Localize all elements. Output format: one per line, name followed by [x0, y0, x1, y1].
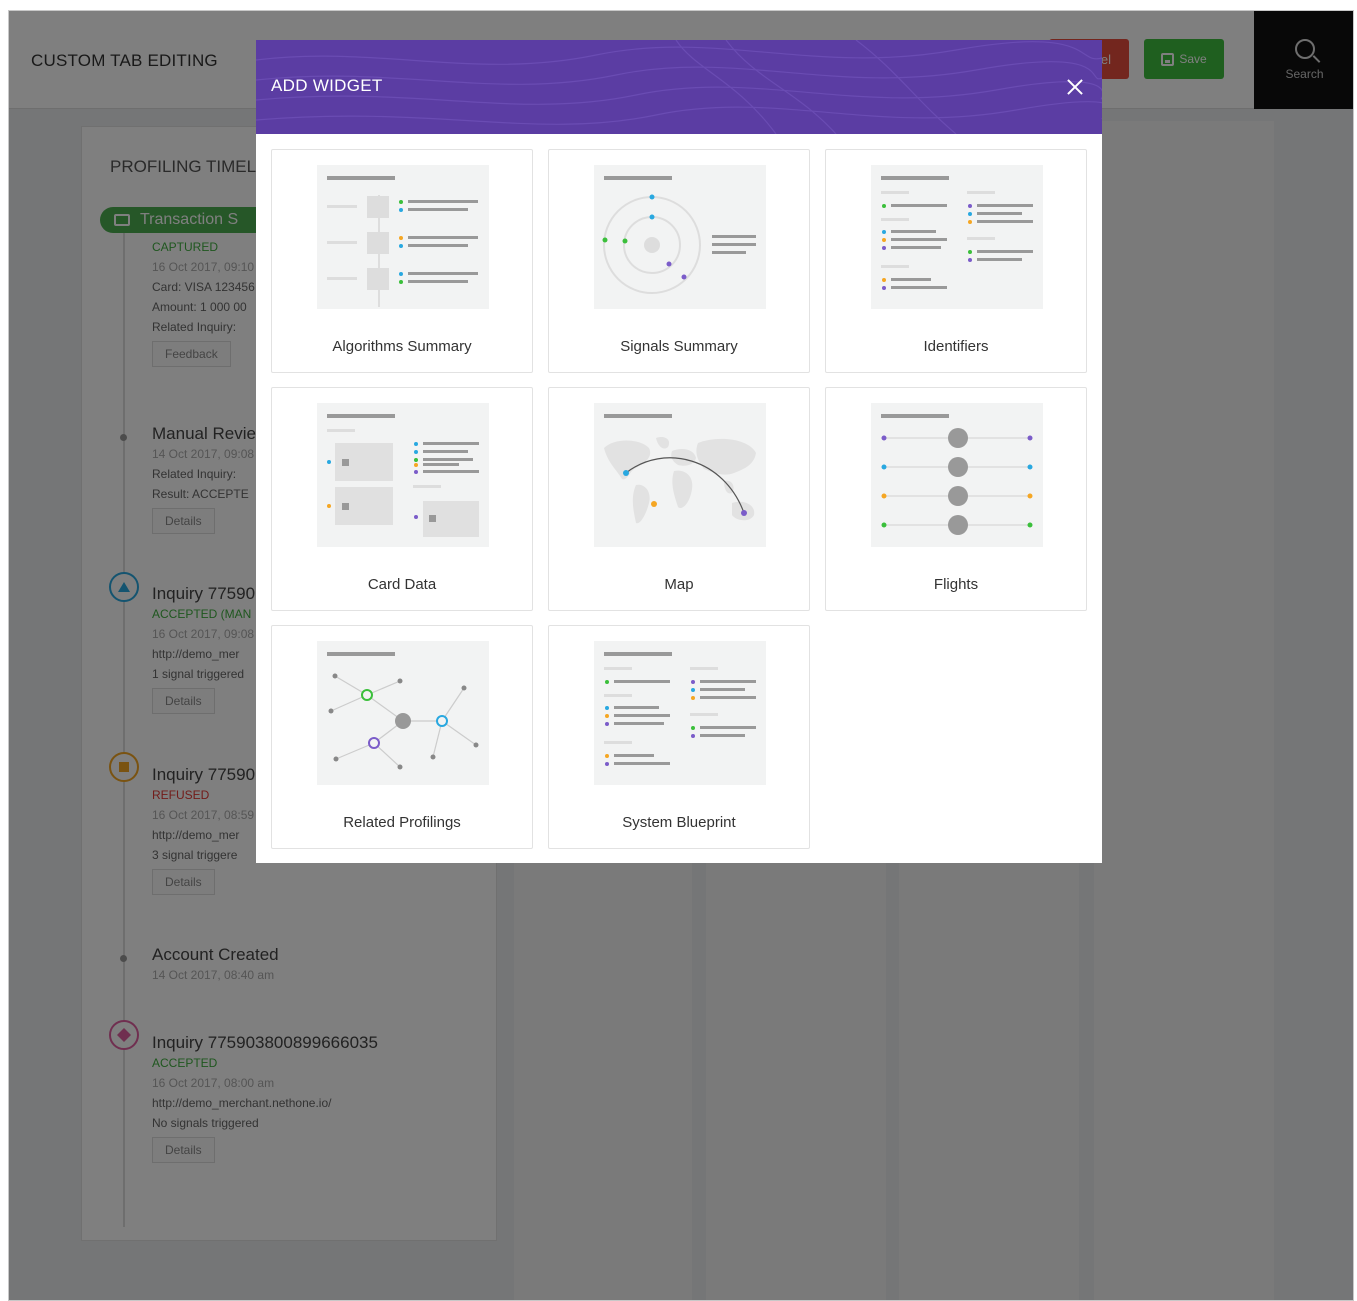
- widget-map[interactable]: Map: [548, 387, 810, 611]
- add-widget-modal: ADD WIDGET Algorithms Summary Signals Su…: [256, 40, 1102, 863]
- modal-title: ADD WIDGET: [271, 76, 383, 95]
- identifiers-thumbnail: [871, 165, 1043, 309]
- related-profilings-thumbnail: [317, 641, 489, 785]
- system-blueprint-thumbnail: [594, 641, 766, 785]
- widget-label: Identifiers: [923, 338, 989, 355]
- map-thumbnail: [594, 403, 766, 547]
- close-icon[interactable]: [1064, 76, 1086, 98]
- modal-header: ADD WIDGET: [256, 40, 1102, 134]
- widget-related-profilings[interactable]: Related Profilings: [271, 625, 533, 849]
- widget-signals-summary[interactable]: Signals Summary: [548, 149, 810, 373]
- widget-label: Card Data: [367, 576, 437, 593]
- app-frame: CUSTOM TAB EDITING el Save Search PROFIL…: [8, 10, 1354, 1301]
- widget-label: Algorithms Summary: [332, 338, 472, 355]
- widget-label: Flights: [933, 576, 979, 593]
- widget-identifiers[interactable]: Identifiers: [825, 149, 1087, 373]
- card-data-thumbnail: [317, 403, 489, 547]
- flights-thumbnail: [871, 403, 1043, 547]
- widget-algorithms-summary[interactable]: Algorithms Summary: [271, 149, 533, 373]
- widget-card-data[interactable]: Card Data: [271, 387, 533, 611]
- signals-summary-thumbnail: [594, 165, 766, 309]
- widget-label: Related Profilings: [343, 814, 461, 831]
- topographic-pattern: [256, 40, 1102, 134]
- widget-system-blueprint[interactable]: System Blueprint: [548, 625, 810, 849]
- widget-label: Map: [664, 576, 694, 593]
- widget-flights[interactable]: Flights: [825, 387, 1087, 611]
- algorithms-summary-thumbnail: [317, 165, 489, 309]
- widget-label: System Blueprint: [622, 814, 736, 831]
- widget-grid: Algorithms Summary Signals Summary Ident…: [271, 149, 1087, 849]
- widget-label: Signals Summary: [620, 338, 738, 355]
